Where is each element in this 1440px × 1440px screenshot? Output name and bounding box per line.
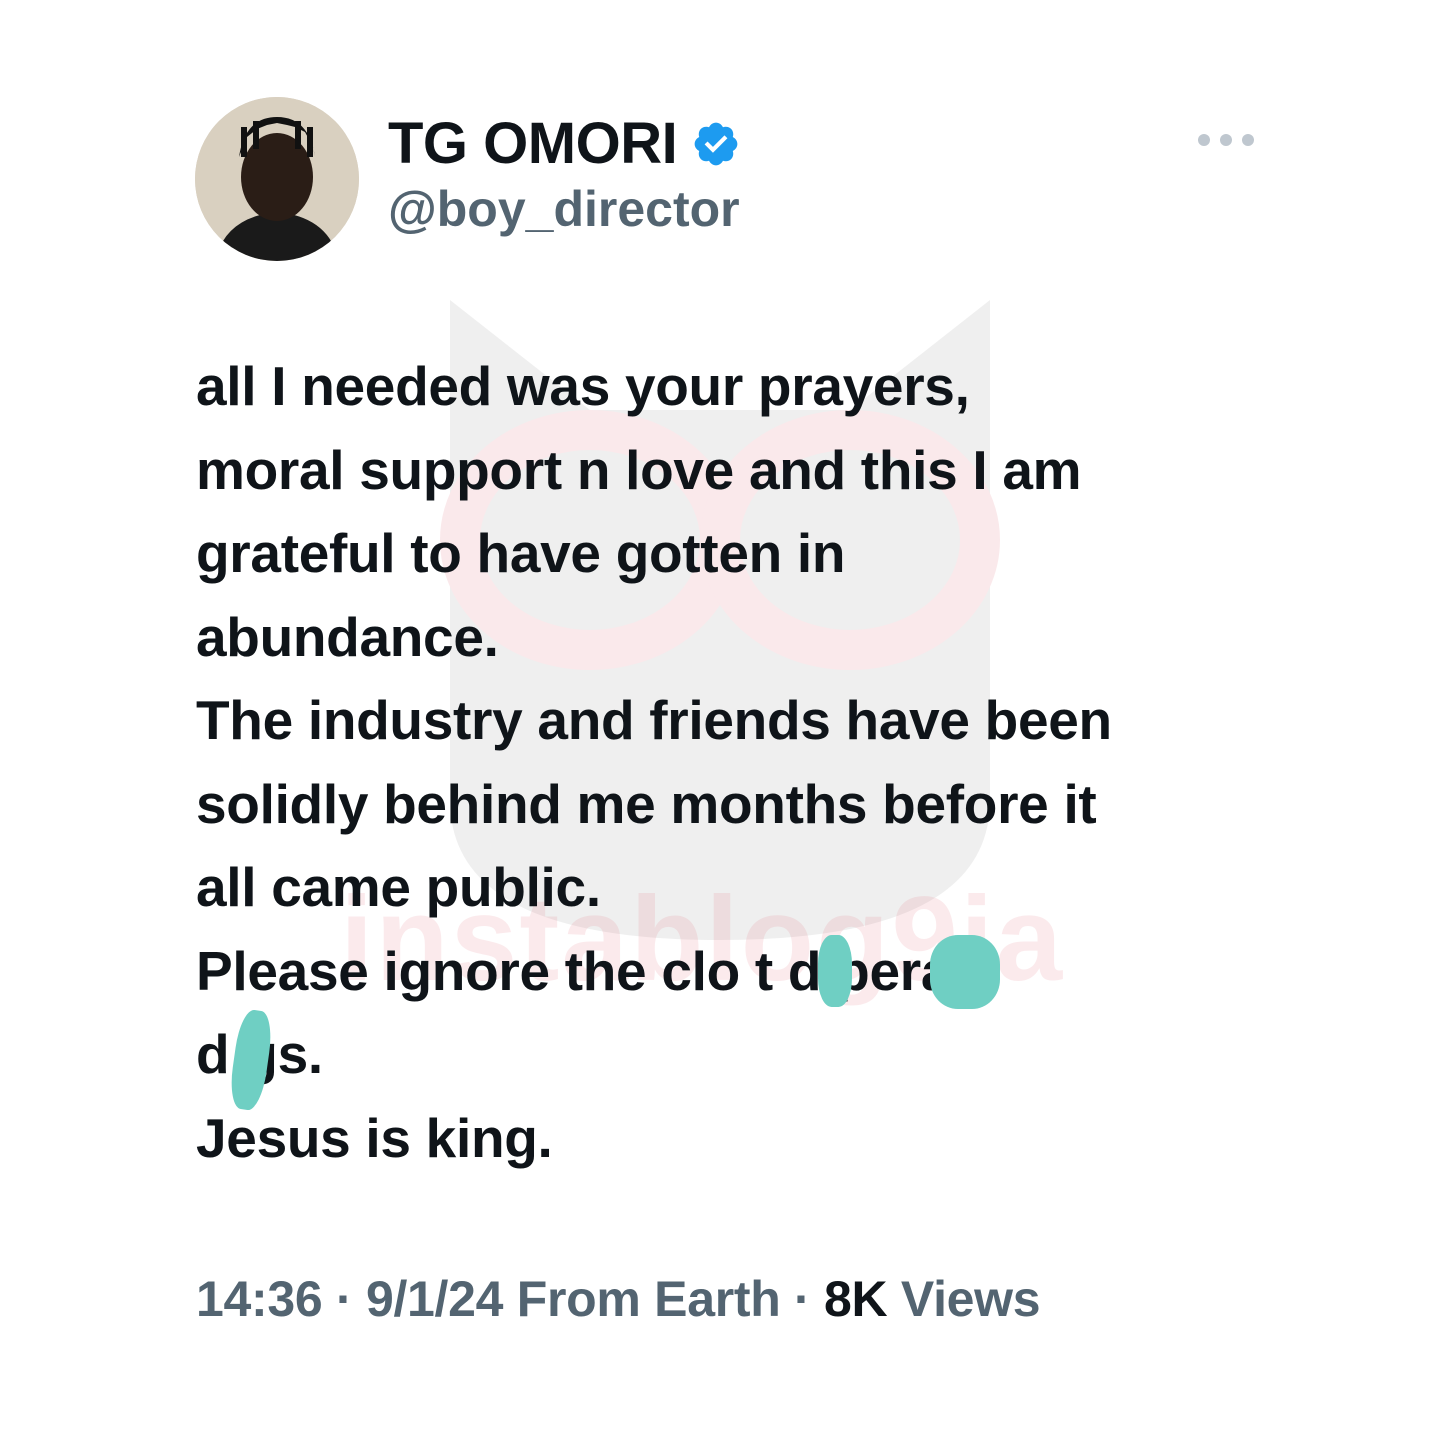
tweet-line: solidly behind me months before it <box>196 772 1097 835</box>
tweet-line: abundance. <box>196 605 499 668</box>
views-label[interactable]: Views <box>901 1271 1041 1327</box>
author-display-name[interactable]: TG OMORI <box>388 110 678 177</box>
tweet-source: From Earth <box>516 1271 781 1327</box>
separator: · <box>335 1271 353 1327</box>
dot <box>1198 134 1210 146</box>
author-handle[interactable]: @boy_director <box>388 180 740 238</box>
tweet-date[interactable]: 9/1/24 <box>366 1271 504 1327</box>
avatar[interactable] <box>195 97 359 261</box>
separator: · <box>794 1271 811 1327</box>
tweet-line: d gs. <box>196 1023 323 1085</box>
tweet-line: all came public. <box>196 856 601 918</box>
tweet-line: Jesus is king. <box>196 1106 553 1169</box>
tweet-line: moral support n love and this I am <box>196 438 1082 501</box>
dot <box>1220 134 1232 146</box>
verified-badge-icon <box>694 122 738 165</box>
redaction-mark <box>818 935 852 1007</box>
dot <box>1242 134 1254 146</box>
tweet-meta: 14:36 · 9/1/24 From Earth · 8K Views <box>196 1270 1041 1328</box>
views-count[interactable]: 8K <box>824 1271 888 1327</box>
tweet-text: all I needed was your prayers, moral sup… <box>196 345 1286 1180</box>
tweet-line: The industry and friends have been <box>196 689 1112 751</box>
tweet-line: Please ignore the clo t d perate <box>196 939 1000 1002</box>
profile-photo-icon <box>195 97 359 261</box>
tweet-time[interactable]: 14:36 <box>196 1271 323 1327</box>
redaction-mark <box>930 935 1000 1009</box>
more-options-icon[interactable] <box>1198 125 1254 155</box>
tweet-line: grateful to have gotten in <box>196 522 846 584</box>
tweet-line: all I needed was your prayers, <box>196 355 970 417</box>
